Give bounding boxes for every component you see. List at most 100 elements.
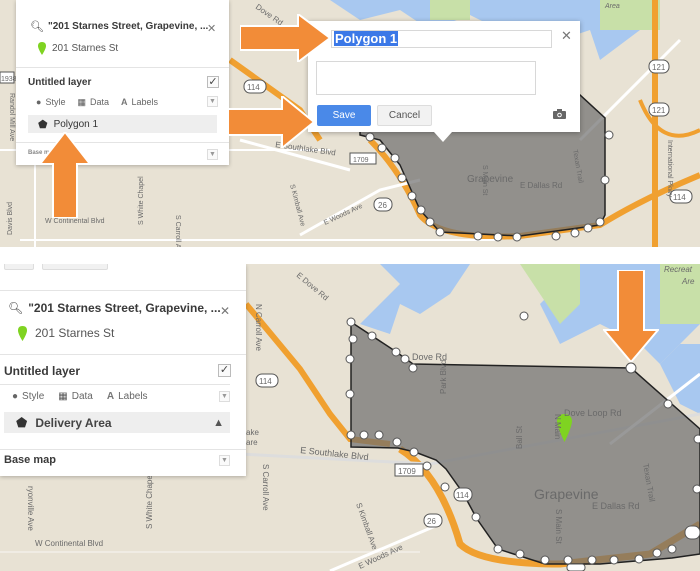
- base-map-label[interactable]: Base map: [4, 454, 56, 466]
- divider: [0, 290, 246, 291]
- layer-options-dropdown[interactable]: ▼: [219, 391, 230, 402]
- area-label: ake: [246, 428, 259, 437]
- street-label: S White Chapel: [145, 473, 154, 529]
- area-label: Recreat: [664, 265, 693, 274]
- cancel-button[interactable]: Cancel: [377, 105, 432, 126]
- labels-icon: A: [106, 390, 115, 402]
- map-pin-icon: [18, 325, 27, 341]
- camera-icon[interactable]: [553, 109, 566, 119]
- paint-bucket-icon[interactable]: ▲: [213, 417, 224, 429]
- divider: [0, 354, 246, 355]
- base-map-dropdown[interactable]: ▼: [207, 149, 218, 160]
- layer-title: Untitled layer: [4, 364, 81, 378]
- city-label: Grapevine: [534, 486, 599, 502]
- layer-options-dropdown[interactable]: ▼: [207, 96, 218, 107]
- layer-visibility-checkbox[interactable]: ✓: [207, 76, 219, 88]
- street-label: E Dallas Rd: [592, 501, 640, 511]
- style-tool[interactable]: ● Style: [36, 97, 65, 107]
- shield-121-label: 121: [652, 63, 666, 72]
- feature-label: Polygon 1: [53, 118, 99, 130]
- street-label: Ball St: [515, 425, 524, 449]
- search-icon: 🔍︎: [8, 301, 24, 315]
- search-result-label: 201 Starnes St: [35, 326, 115, 340]
- search-icon: 🔍︎: [30, 20, 44, 33]
- search-result-row[interactable]: 201 Starnes St: [38, 40, 229, 56]
- close-dialog-icon[interactable]: ✕: [561, 28, 572, 44]
- style-paint-icon: ●: [12, 390, 19, 402]
- search-result-row[interactable]: 201 Starnes St: [18, 324, 246, 342]
- close-search-icon[interactable]: ✕: [220, 304, 230, 318]
- shield-1709-label: 1709: [398, 467, 416, 476]
- search-result-label: 201 Starnes St: [52, 42, 119, 54]
- road-woods: [329, 522, 441, 571]
- street-label: S Kimball Ave: [354, 502, 379, 552]
- polygon-info-dialog: Polygon 1 ✕ Save Cancel: [308, 21, 580, 142]
- data-tool[interactable]: ▦ Data: [77, 97, 109, 108]
- style-label: Style: [45, 97, 66, 107]
- toolbar-button-stub[interactable]: [4, 264, 34, 270]
- street-label: Davis Blvd: [7, 202, 14, 235]
- annotation-arrow-up: [40, 132, 90, 218]
- polygon-name-selected-text: Polygon 1: [334, 31, 399, 46]
- street-label: S Carroll Ave: [261, 464, 270, 511]
- polygon-icon: ⬟: [16, 414, 28, 430]
- street-label: Randol Mill Ave: [8, 93, 15, 141]
- close-search-icon[interactable]: ✕: [207, 22, 216, 35]
- labels-label: Labels: [131, 97, 159, 107]
- street-label: ryonville Ave: [26, 486, 35, 531]
- layer-tools: ● Style ▦ Data A Labels: [12, 388, 246, 404]
- bottom-map-screenshot: 114 1709 26 114 Grapevine E Dallas Rd Do…: [0, 264, 700, 571]
- street-label: E Dove Rd: [295, 271, 330, 303]
- data-tool[interactable]: ▦ Data: [58, 391, 93, 402]
- street-label: E Dallas Rd: [520, 181, 562, 190]
- labels-icon: A: [120, 97, 128, 107]
- search-row[interactable]: 🔍︎ "201 Starnes Street, Grapevine, ...: [8, 299, 246, 317]
- shield-1709-label: 1709: [353, 157, 369, 164]
- area-label: are: [246, 438, 258, 447]
- data-grid-icon: ▦: [58, 390, 68, 402]
- shield-114-label: 114: [673, 193, 686, 202]
- street-label: S Main St: [554, 509, 563, 544]
- feature-row-delivery-area[interactable]: ⬟ Delivery Area ▲: [4, 412, 230, 433]
- layer-visibility-checkbox[interactable]: ✓: [218, 364, 231, 377]
- labels-tool[interactable]: A Labels: [121, 97, 158, 107]
- street-label: International Pkwy: [666, 140, 673, 198]
- street-label: S Kimball Ave: [288, 184, 306, 228]
- polygon-description-input[interactable]: [316, 61, 536, 95]
- labels-label: Labels: [118, 390, 148, 402]
- base-map-dropdown[interactable]: ▼: [219, 455, 230, 466]
- feature-label: Delivery Area: [35, 415, 112, 430]
- feature-row-polygon[interactable]: ⬟ Polygon 1: [28, 115, 217, 133]
- layer-tools: ● Style ▦ Data A Labels: [36, 95, 229, 109]
- shield-114-label: 114: [247, 83, 260, 92]
- highway-ramp: [638, 99, 700, 138]
- save-button[interactable]: Save: [317, 105, 371, 126]
- panel-separator: [0, 247, 700, 264]
- data-label: Data: [71, 390, 93, 402]
- shield-114-label: 114: [456, 491, 469, 500]
- city-label: Grapevine: [467, 174, 514, 185]
- polygon-name-input[interactable]: Polygon 1: [331, 30, 552, 48]
- layer-header[interactable]: Untitled layer: [4, 362, 246, 380]
- data-label: Data: [89, 97, 109, 107]
- street-label: W Continental Blvd: [35, 539, 103, 548]
- street-label: S White Chapel: [138, 176, 145, 225]
- shield-26-label: 26: [427, 517, 436, 526]
- style-label: Style: [22, 390, 45, 402]
- area-label: Are: [681, 277, 695, 286]
- map-pin-icon: [38, 41, 46, 55]
- divider: [16, 67, 229, 68]
- street-label: N Main: [553, 414, 562, 439]
- lake-water: [360, 264, 470, 334]
- shield-1938-label: 1938: [1, 76, 17, 83]
- labels-tool[interactable]: A Labels: [107, 391, 148, 402]
- style-paint-icon: ●: [36, 97, 42, 107]
- search-query: "201 Starnes Street, Grapevine, ...: [47, 20, 209, 32]
- layers-sidebar: 🔍︎ "201 Starnes Street, Grapevine, ... ✕…: [0, 264, 246, 476]
- toolbar-button-stub[interactable]: [42, 264, 108, 270]
- style-tool[interactable]: ● Style: [12, 391, 44, 402]
- shield-26-label: 26: [378, 201, 387, 210]
- search-row[interactable]: 🔍︎ "201 Starnes Street, Grapevine, ...: [30, 18, 229, 34]
- area-label: Area: [604, 3, 620, 10]
- layer-header[interactable]: Untitled layer: [28, 74, 229, 90]
